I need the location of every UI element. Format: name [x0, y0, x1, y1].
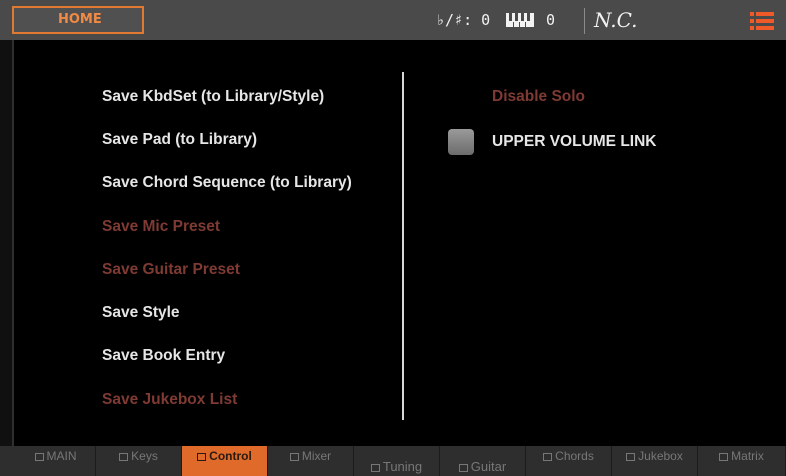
menu-item-save-guitar-preset: Save Guitar Preset	[102, 261, 240, 278]
tab-tuning-label: Tuning	[382, 459, 423, 474]
matrix-tab-icon	[719, 452, 729, 461]
tab-jukebox-label: Jukebox	[638, 449, 683, 463]
page-menu-panel: Save KbdSet (to Library/Style) Save Pad …	[12, 40, 786, 446]
tab-control[interactable]: Control	[182, 446, 268, 476]
menu-item-save-kbdset[interactable]: Save KbdSet (to Library/Style)	[102, 88, 324, 106]
tab-chords[interactable]: Chords	[526, 446, 612, 476]
chords-tab-icon	[543, 452, 553, 461]
control-tab-icon	[197, 452, 207, 461]
menu-item-disable-solo: Disable Solo	[492, 88, 586, 105]
menu-item-save-jukebox-list: Save Jukebox List	[102, 391, 238, 408]
tab-jukebox[interactable]: Jukebox	[612, 446, 698, 476]
menu-item-save-mic-preset: Save Mic Preset	[102, 218, 221, 235]
upper-volume-link-label: UPPER VOLUME LINK	[492, 133, 657, 150]
tab-keys-label: Keys	[131, 449, 158, 463]
upper-volume-link-checkbox[interactable]	[448, 129, 474, 155]
transpose-label: ♭/♯: 0	[436, 11, 491, 29]
upper-volume-link-option[interactable]: UPPER VOLUME LINK	[448, 128, 656, 156]
top-bar: HOME ♭/♯: 0 0 N.C.	[0, 0, 786, 40]
keyboard-icon	[506, 13, 534, 27]
tab-matrix-label: Matrix	[731, 449, 764, 463]
tab-main-label: MAIN	[46, 449, 77, 463]
transpose-readout[interactable]: ♭/♯: 0	[436, 0, 490, 40]
tab-mixer[interactable]: Mixer	[268, 446, 354, 476]
home-button[interactable]: HOME	[12, 6, 144, 34]
tuning-tab-icon	[370, 463, 380, 472]
octave-readout[interactable]: 0	[506, 0, 555, 40]
menu-item-save-pad[interactable]: Save Pad (to Library)	[102, 131, 257, 149]
tab-guitar[interactable]: Guitar	[440, 446, 526, 476]
tab-control-label: Control	[209, 449, 252, 463]
tab-matrix[interactable]: Matrix	[698, 446, 786, 476]
keys-tab-icon	[119, 452, 129, 461]
menu-item-save-style[interactable]: Save Style	[102, 304, 180, 322]
menu-column-divider	[402, 72, 404, 420]
main-tab-icon	[34, 452, 44, 461]
tab-tuning[interactable]: Tuning	[354, 446, 440, 476]
tab-keys[interactable]: Keys	[96, 446, 182, 476]
tab-guitar-label: Guitar	[470, 459, 507, 474]
guitar-tab-icon	[458, 463, 468, 472]
jukebox-tab-icon	[626, 452, 636, 461]
bottom-tab-bar: MAIN Keys Control Mixer Tuning Guitar Ch…	[0, 446, 786, 476]
chord-name: N.C.	[594, 8, 638, 32]
mixer-tab-icon	[289, 452, 299, 461]
tab-mixer-label: Mixer	[301, 449, 332, 463]
chord-display: N.C.	[594, 0, 638, 40]
menu-item-save-chord-sequence[interactable]: Save Chord Sequence (to Library)	[102, 174, 352, 192]
list-menu-icon[interactable]	[750, 11, 774, 31]
tab-chords-label: Chords	[555, 449, 594, 463]
octave-value: 0	[546, 11, 556, 29]
tab-main[interactable]: MAIN	[16, 446, 96, 476]
status-divider	[584, 8, 585, 34]
menu-item-save-book-entry[interactable]: Save Book Entry	[102, 347, 225, 365]
